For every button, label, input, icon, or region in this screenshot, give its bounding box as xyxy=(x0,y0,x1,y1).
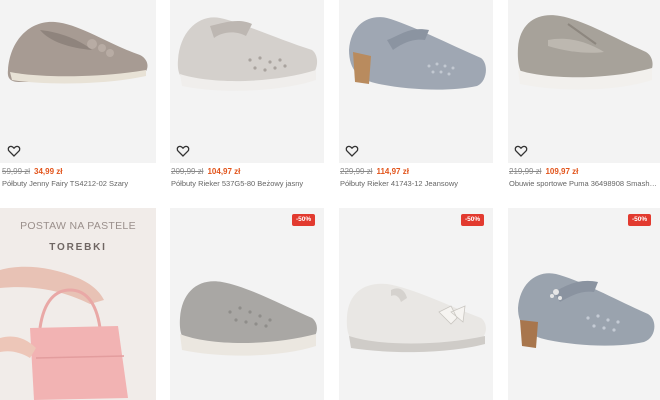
product-grid: 59,99 zł 34,99 zł Półbuty Jenny Fairy TS4… xyxy=(0,0,660,400)
product-name[interactable]: Półbuty Rieker 41743-12 Jeansowy xyxy=(340,179,492,188)
price-row: 219,99 zł 109,97 zł xyxy=(509,167,578,176)
old-price: 229,99 zł xyxy=(340,167,373,176)
product-card[interactable]: 229,99 zł 114,97 zł Półbuty Rieker 41743-… xyxy=(339,0,493,200)
sale-price: 104,97 zł xyxy=(207,167,241,176)
product-image[interactable]: -50% xyxy=(339,208,493,400)
promo-banner-pastel-bags[interactable]: POSTAW NA PASTELE TOREBKI xyxy=(0,208,156,400)
sale-price: 34,99 zł xyxy=(34,167,63,176)
product-card[interactable]: -50% xyxy=(339,208,493,400)
wishlist-heart-icon[interactable] xyxy=(345,144,359,158)
product-card[interactable]: 219,99 zł 109,97 zł Obuwie sportowe Puma … xyxy=(508,0,660,200)
mary-jane-heel-image xyxy=(349,17,486,90)
product-image[interactable] xyxy=(508,0,660,163)
old-price: 209,99 zł xyxy=(171,167,204,176)
price-row: 229,99 zł 114,97 zł xyxy=(340,167,409,176)
product-image[interactable] xyxy=(0,0,156,163)
product-name[interactable]: Półbuty Rieker 537G5-80 Beżowy jasny xyxy=(171,179,323,188)
product-card[interactable]: 209,99 zł 104,97 zł Półbuty Rieker 537G5-… xyxy=(170,0,324,200)
white-bow-flat-image xyxy=(346,283,486,353)
old-price: 219,99 zł xyxy=(509,167,542,176)
perforated-slipon-image xyxy=(179,281,317,356)
product-card[interactable]: -50% xyxy=(170,208,324,400)
strap-shoe-image xyxy=(177,17,318,91)
wishlist-heart-icon[interactable] xyxy=(7,144,21,158)
discount-badge: -50% xyxy=(461,214,485,226)
product-card[interactable]: -50% xyxy=(508,208,660,400)
price-row: 209,99 zł 104,97 zł xyxy=(171,167,240,176)
product-card[interactable]: 59,99 zł 34,99 zł Półbuty Jenny Fairy TS4… xyxy=(0,0,156,200)
product-name[interactable]: Półbuty Jenny Fairy TS4212-02 Szary xyxy=(2,179,154,188)
product-image[interactable]: -50% xyxy=(170,208,324,400)
wishlist-heart-icon[interactable] xyxy=(176,144,190,158)
product-image[interactable] xyxy=(170,0,324,163)
old-price: 59,99 zł xyxy=(2,167,31,176)
price-row: 59,99 zł 34,99 zł xyxy=(2,167,63,176)
product-image[interactable]: -50% xyxy=(508,208,660,400)
discount-badge: -50% xyxy=(628,214,652,226)
product-image[interactable] xyxy=(339,0,493,163)
product-name[interactable]: Obuwie sportowe Puma 36498908 Smash v... xyxy=(509,179,659,188)
wishlist-heart-icon[interactable] xyxy=(514,144,528,158)
sneaker-image xyxy=(517,15,653,90)
sale-price: 114,97 zł xyxy=(376,167,409,176)
pink-handbag-image xyxy=(0,266,128,400)
loafer-shoe-image xyxy=(7,21,148,84)
discount-badge: -50% xyxy=(292,214,316,226)
sale-price: 109,97 zł xyxy=(545,167,579,176)
blue-mary-jane-image xyxy=(518,273,655,348)
